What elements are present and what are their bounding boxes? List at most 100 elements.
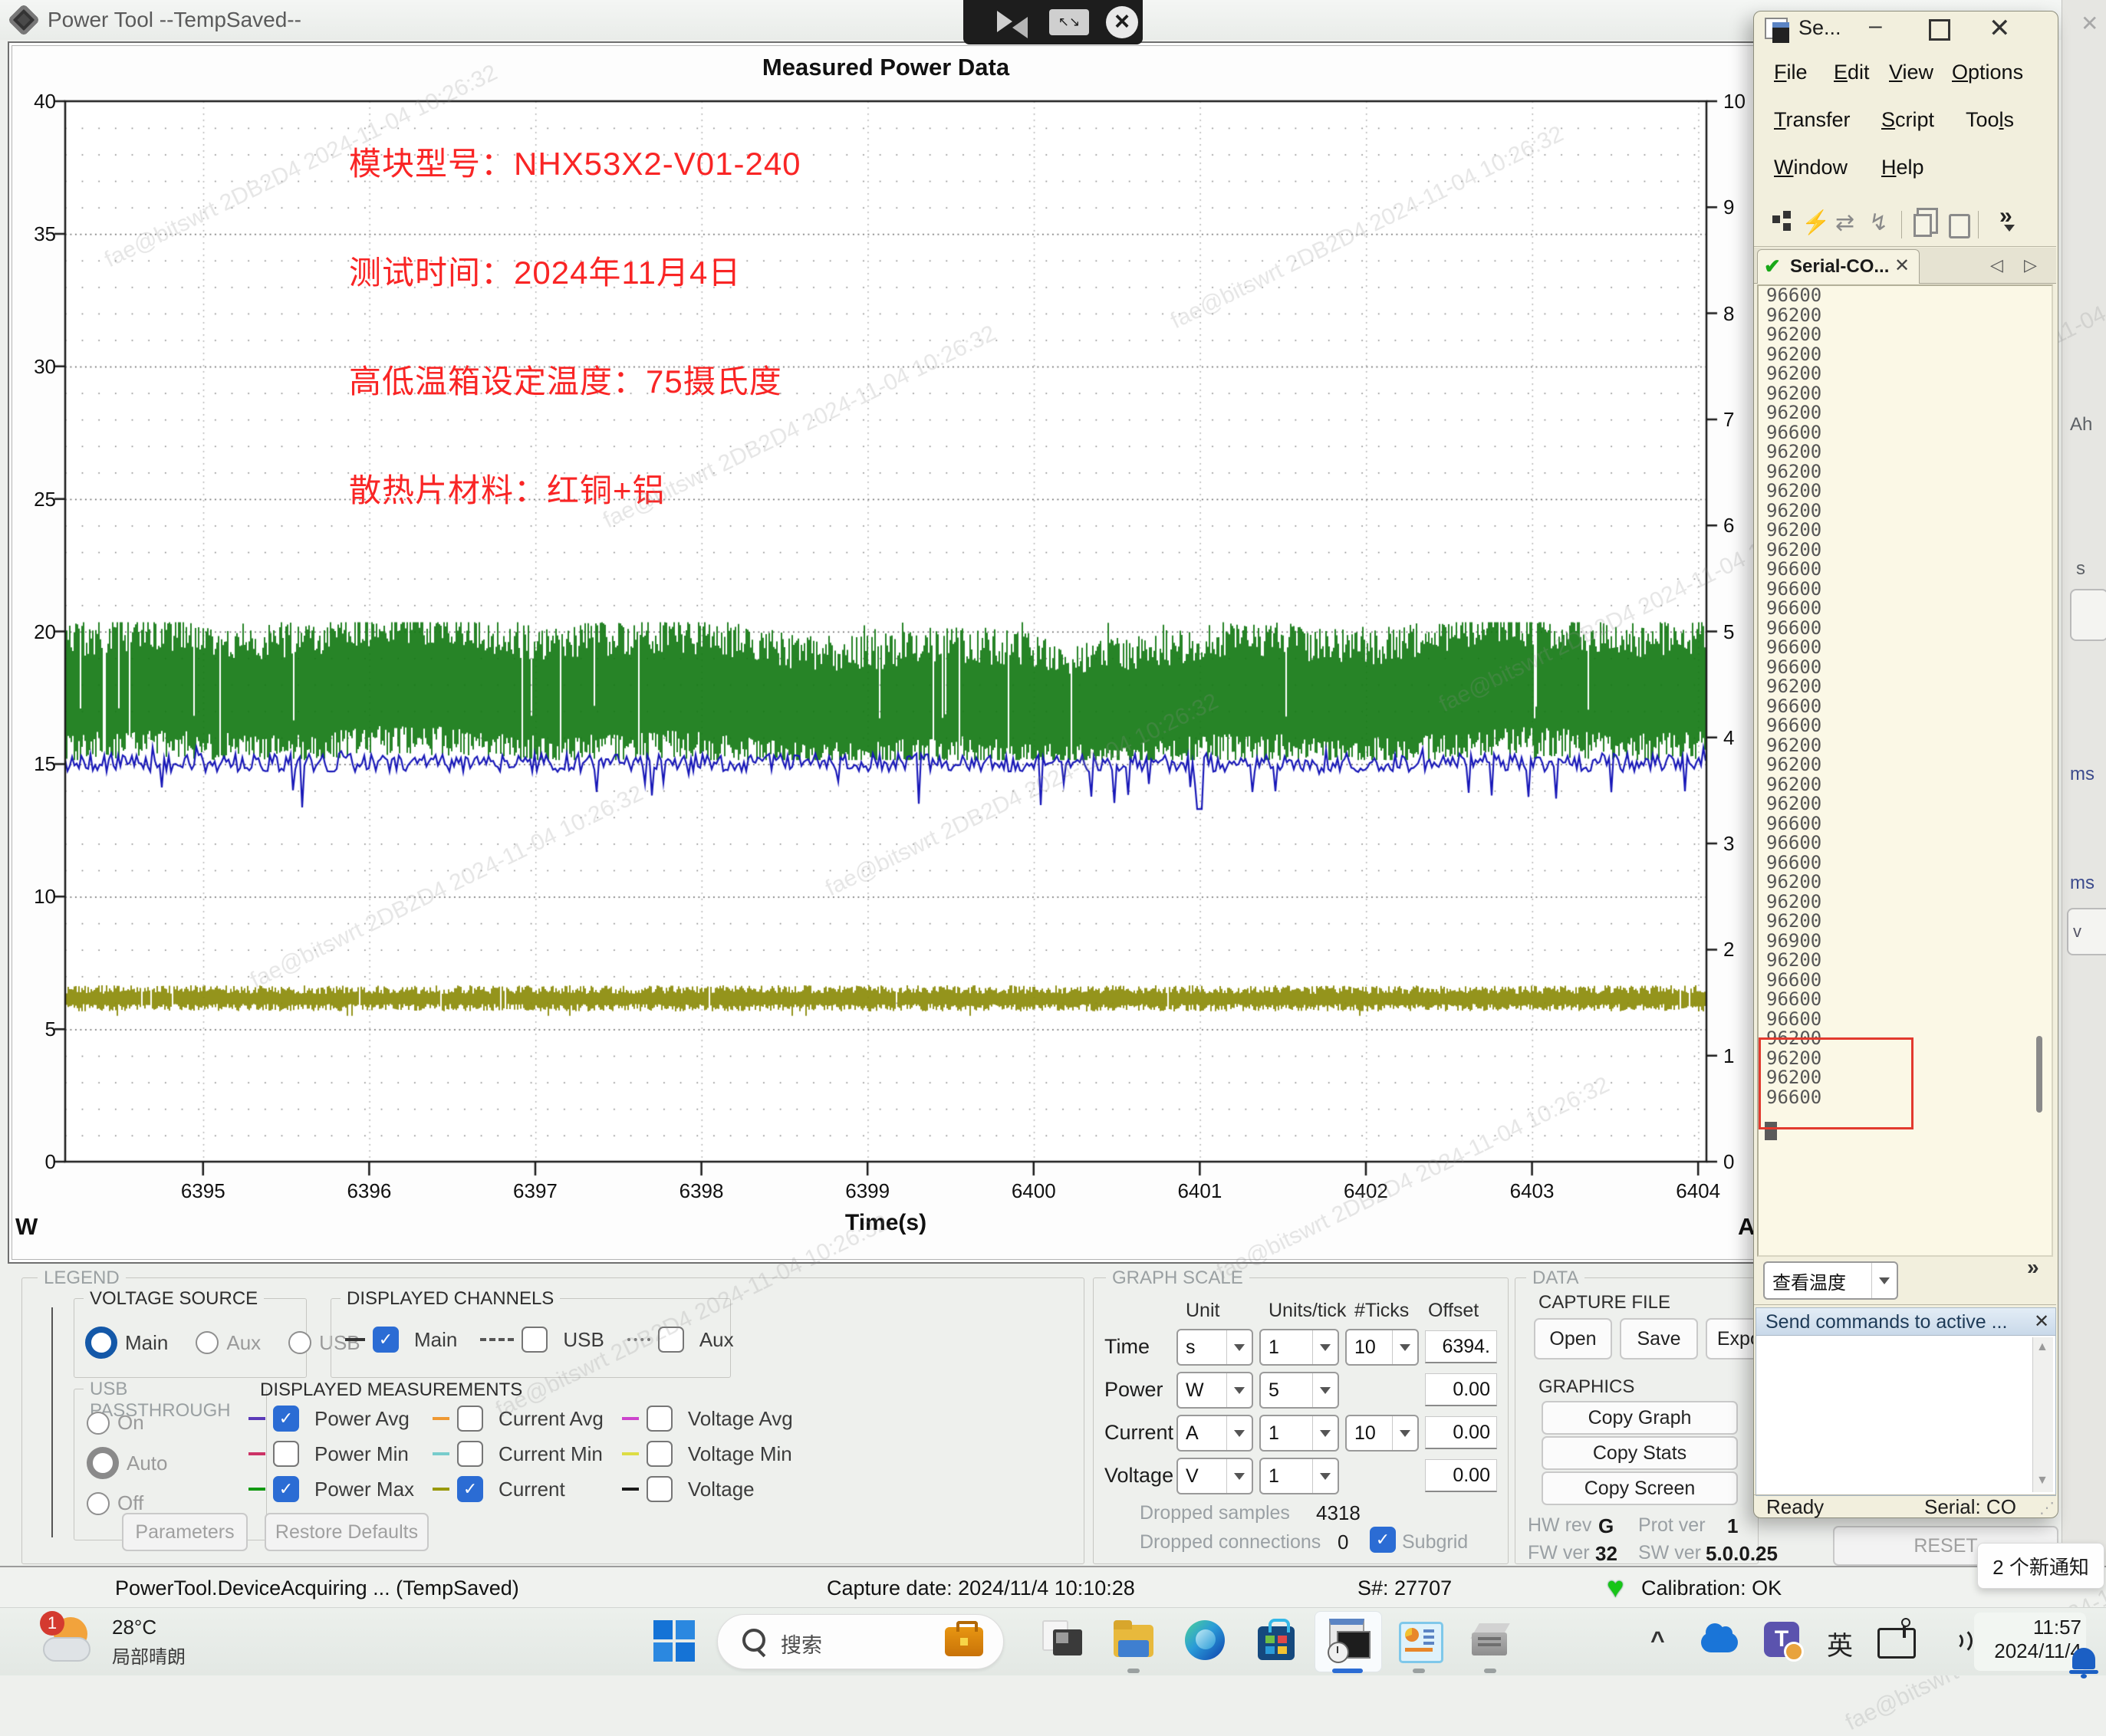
copy-screen-button[interactable]: Copy Screen (1542, 1471, 1738, 1505)
menu-view[interactable]: View (1889, 61, 1933, 84)
close-circle-icon[interactable]: × (1106, 6, 1138, 38)
num-ticks-select-current[interactable]: 10 (1345, 1415, 1419, 1452)
units-per-tick-select-current[interactable]: 1 (1259, 1415, 1339, 1452)
measurement-power-min[interactable]: Power Min (248, 1441, 414, 1467)
start-button[interactable] (653, 1620, 695, 1662)
channel-checkbox[interactable] (658, 1327, 684, 1353)
save-button[interactable]: Save (1620, 1318, 1698, 1360)
ime-indicator[interactable]: 英 (1827, 1625, 1853, 1662)
cast-display-icon[interactable] (1877, 1628, 1916, 1659)
paste-icon[interactable] (1949, 214, 1970, 238)
menu-transfer[interactable]: Transfer (1774, 108, 1851, 132)
channel-option-main[interactable]: ✓Main (345, 1327, 457, 1353)
measurement-checkbox[interactable] (647, 1476, 673, 1502)
measurement-checkbox[interactable] (457, 1406, 483, 1432)
measurement-power-max[interactable]: ✓Power Max (248, 1476, 414, 1502)
menu-options[interactable]: Options (1952, 61, 2023, 84)
measurement-voltage[interactable]: Voltage (622, 1476, 793, 1502)
notification-toast[interactable]: 2 个新通知 (1977, 1543, 2104, 1589)
serial-minimize-icon[interactable]: – (1869, 13, 1882, 39)
tray-clock[interactable]: 11:57 2024/11/4 (1974, 1613, 2086, 1671)
flip-triangles-icon[interactable] (997, 11, 1012, 32)
channel-option-usb[interactable]: USB (480, 1327, 604, 1353)
units-per-tick-select-time[interactable]: 1 (1259, 1329, 1339, 1366)
taskbar-microsoft-store-icon[interactable] (1255, 1619, 1298, 1662)
measurement-power-avg[interactable]: ✓Power Avg (248, 1406, 414, 1432)
resize-grip-icon[interactable]: ⋰ (2039, 1498, 2055, 1517)
flip-triangles-icon-2[interactable] (1012, 17, 1028, 38)
measurement-checkbox[interactable]: ✓ (273, 1476, 299, 1502)
offset-field-voltage[interactable]: 0.00 (1425, 1459, 1497, 1492)
measurement-checkbox[interactable] (457, 1441, 483, 1467)
send-commands-scrollbar[interactable]: ▲ ▼ (2032, 1337, 2053, 1492)
copy-icon[interactable] (1913, 214, 1932, 237)
notification-bell-icon[interactable] (2072, 1648, 2095, 1669)
measurement-checkbox[interactable]: ✓ (273, 1406, 299, 1432)
taskbar-weather-widget[interactable]: 1 28°C 局部晴朗 (23, 1611, 253, 1672)
num-ticks-select-time[interactable]: 10 (1345, 1329, 1419, 1366)
measurement-voltage-avg[interactable]: Voltage Avg (622, 1406, 793, 1432)
voltage-source-option-aux[interactable]: Aux (196, 1327, 261, 1359)
menu-script[interactable]: Script (1881, 108, 1934, 132)
send-commands-input[interactable]: ▲ ▼ (1756, 1335, 2056, 1496)
session-manager-icon[interactable] (1772, 215, 1780, 223)
measurement-current-min[interactable]: Current Min (433, 1441, 604, 1467)
taskbar-photos-icon[interactable] (1041, 1619, 1084, 1662)
scroll-down-icon[interactable]: ▼ (2036, 1474, 2048, 1488)
copy-stats-button[interactable]: Copy Stats (1542, 1436, 1738, 1470)
serial-maximize-icon[interactable] (1929, 19, 1950, 41)
terminal-scrollbar-thumb[interactable] (2036, 1036, 2042, 1113)
channel-checkbox[interactable] (522, 1327, 548, 1353)
units-per-tick-select-voltage[interactable]: 1 (1259, 1458, 1339, 1494)
units-per-tick-select-power[interactable]: 5 (1259, 1372, 1339, 1409)
offset-field-time[interactable]: 6394. (1425, 1330, 1497, 1363)
unit-select-voltage[interactable]: V (1176, 1458, 1253, 1494)
resize-icon[interactable]: ↖↘ (1049, 9, 1089, 35)
menu-edit[interactable]: Edit (1834, 61, 1870, 84)
parameters-button[interactable]: Parameters (122, 1513, 248, 1551)
onedrive-icon[interactable] (1701, 1632, 1738, 1652)
measurement-checkbox[interactable] (273, 1441, 299, 1467)
taskbar-powertool-icon[interactable] (1397, 1619, 1440, 1662)
quick-connect-icon[interactable]: ⚡ (1802, 209, 1830, 236)
usb-passthrough-option-auto[interactable]: Auto (87, 1447, 168, 1479)
channel-checkbox[interactable]: ✓ (373, 1327, 399, 1353)
scroll-up-icon[interactable]: ▲ (2036, 1340, 2048, 1354)
serial-session-tab[interactable]: ✔ Serial-CO... ✕ (1757, 249, 1920, 284)
menu-tools[interactable]: Tools (1966, 108, 2014, 132)
measurement-checkbox[interactable]: ✓ (457, 1476, 483, 1502)
menu-file[interactable]: File (1774, 61, 1808, 84)
voltage-source-option-main[interactable]: Main (85, 1327, 168, 1359)
unit-select-power[interactable]: W (1176, 1372, 1253, 1409)
taskbar-edge-icon[interactable] (1183, 1619, 1226, 1662)
taskbar-device-box-icon[interactable] (1469, 1619, 1512, 1662)
measurement-current[interactable]: ✓Current (433, 1476, 604, 1502)
measurement-voltage-min[interactable]: Voltage Min (622, 1441, 793, 1467)
send-commands-panel-header[interactable]: Send commands to active ... ✕ (1756, 1307, 2056, 1337)
reconnect-icon[interactable]: ⇄ (1835, 209, 1854, 236)
offset-field-current[interactable]: 0.00 (1425, 1416, 1497, 1449)
unit-select-current[interactable]: A (1176, 1415, 1253, 1452)
search-input[interactable]: 搜索 (717, 1614, 1004, 1669)
tab-prev-icon[interactable]: ◁ (1990, 255, 2003, 275)
measurement-current-avg[interactable]: Current Avg (433, 1406, 604, 1432)
tab-next-icon[interactable]: ▷ (2024, 255, 2037, 275)
copy-graph-button[interactable]: Copy Graph (1542, 1401, 1738, 1435)
tray-expand-icon[interactable]: ^ (1650, 1626, 1665, 1655)
tab-close-icon[interactable]: ✕ (1894, 255, 1910, 277)
serial-titlebar[interactable]: Se... – ✕ (1754, 12, 2056, 45)
usb-passthrough-option-off[interactable]: Off (87, 1491, 168, 1515)
offset-field-power[interactable]: 0.00 (1425, 1373, 1497, 1406)
menu-help[interactable]: Help (1881, 156, 1924, 179)
menu-window[interactable]: Window (1774, 156, 1848, 179)
channel-option-aux[interactable]: Aux (627, 1327, 734, 1353)
measurement-checkbox[interactable] (647, 1406, 673, 1432)
measurement-checkbox[interactable] (647, 1441, 673, 1467)
open-button[interactable]: Open (1534, 1318, 1612, 1360)
taskbar-file-explorer-icon[interactable] (1112, 1619, 1155, 1662)
usb-passthrough-option-on[interactable]: On (87, 1411, 168, 1435)
restore-defaults-button[interactable]: Restore Defaults (265, 1513, 429, 1551)
disconnect-icon[interactable]: ↯ (1869, 209, 1888, 236)
subgrid-checkbox[interactable]: ✓ (1370, 1527, 1396, 1553)
unit-select-time[interactable]: s (1176, 1329, 1253, 1366)
